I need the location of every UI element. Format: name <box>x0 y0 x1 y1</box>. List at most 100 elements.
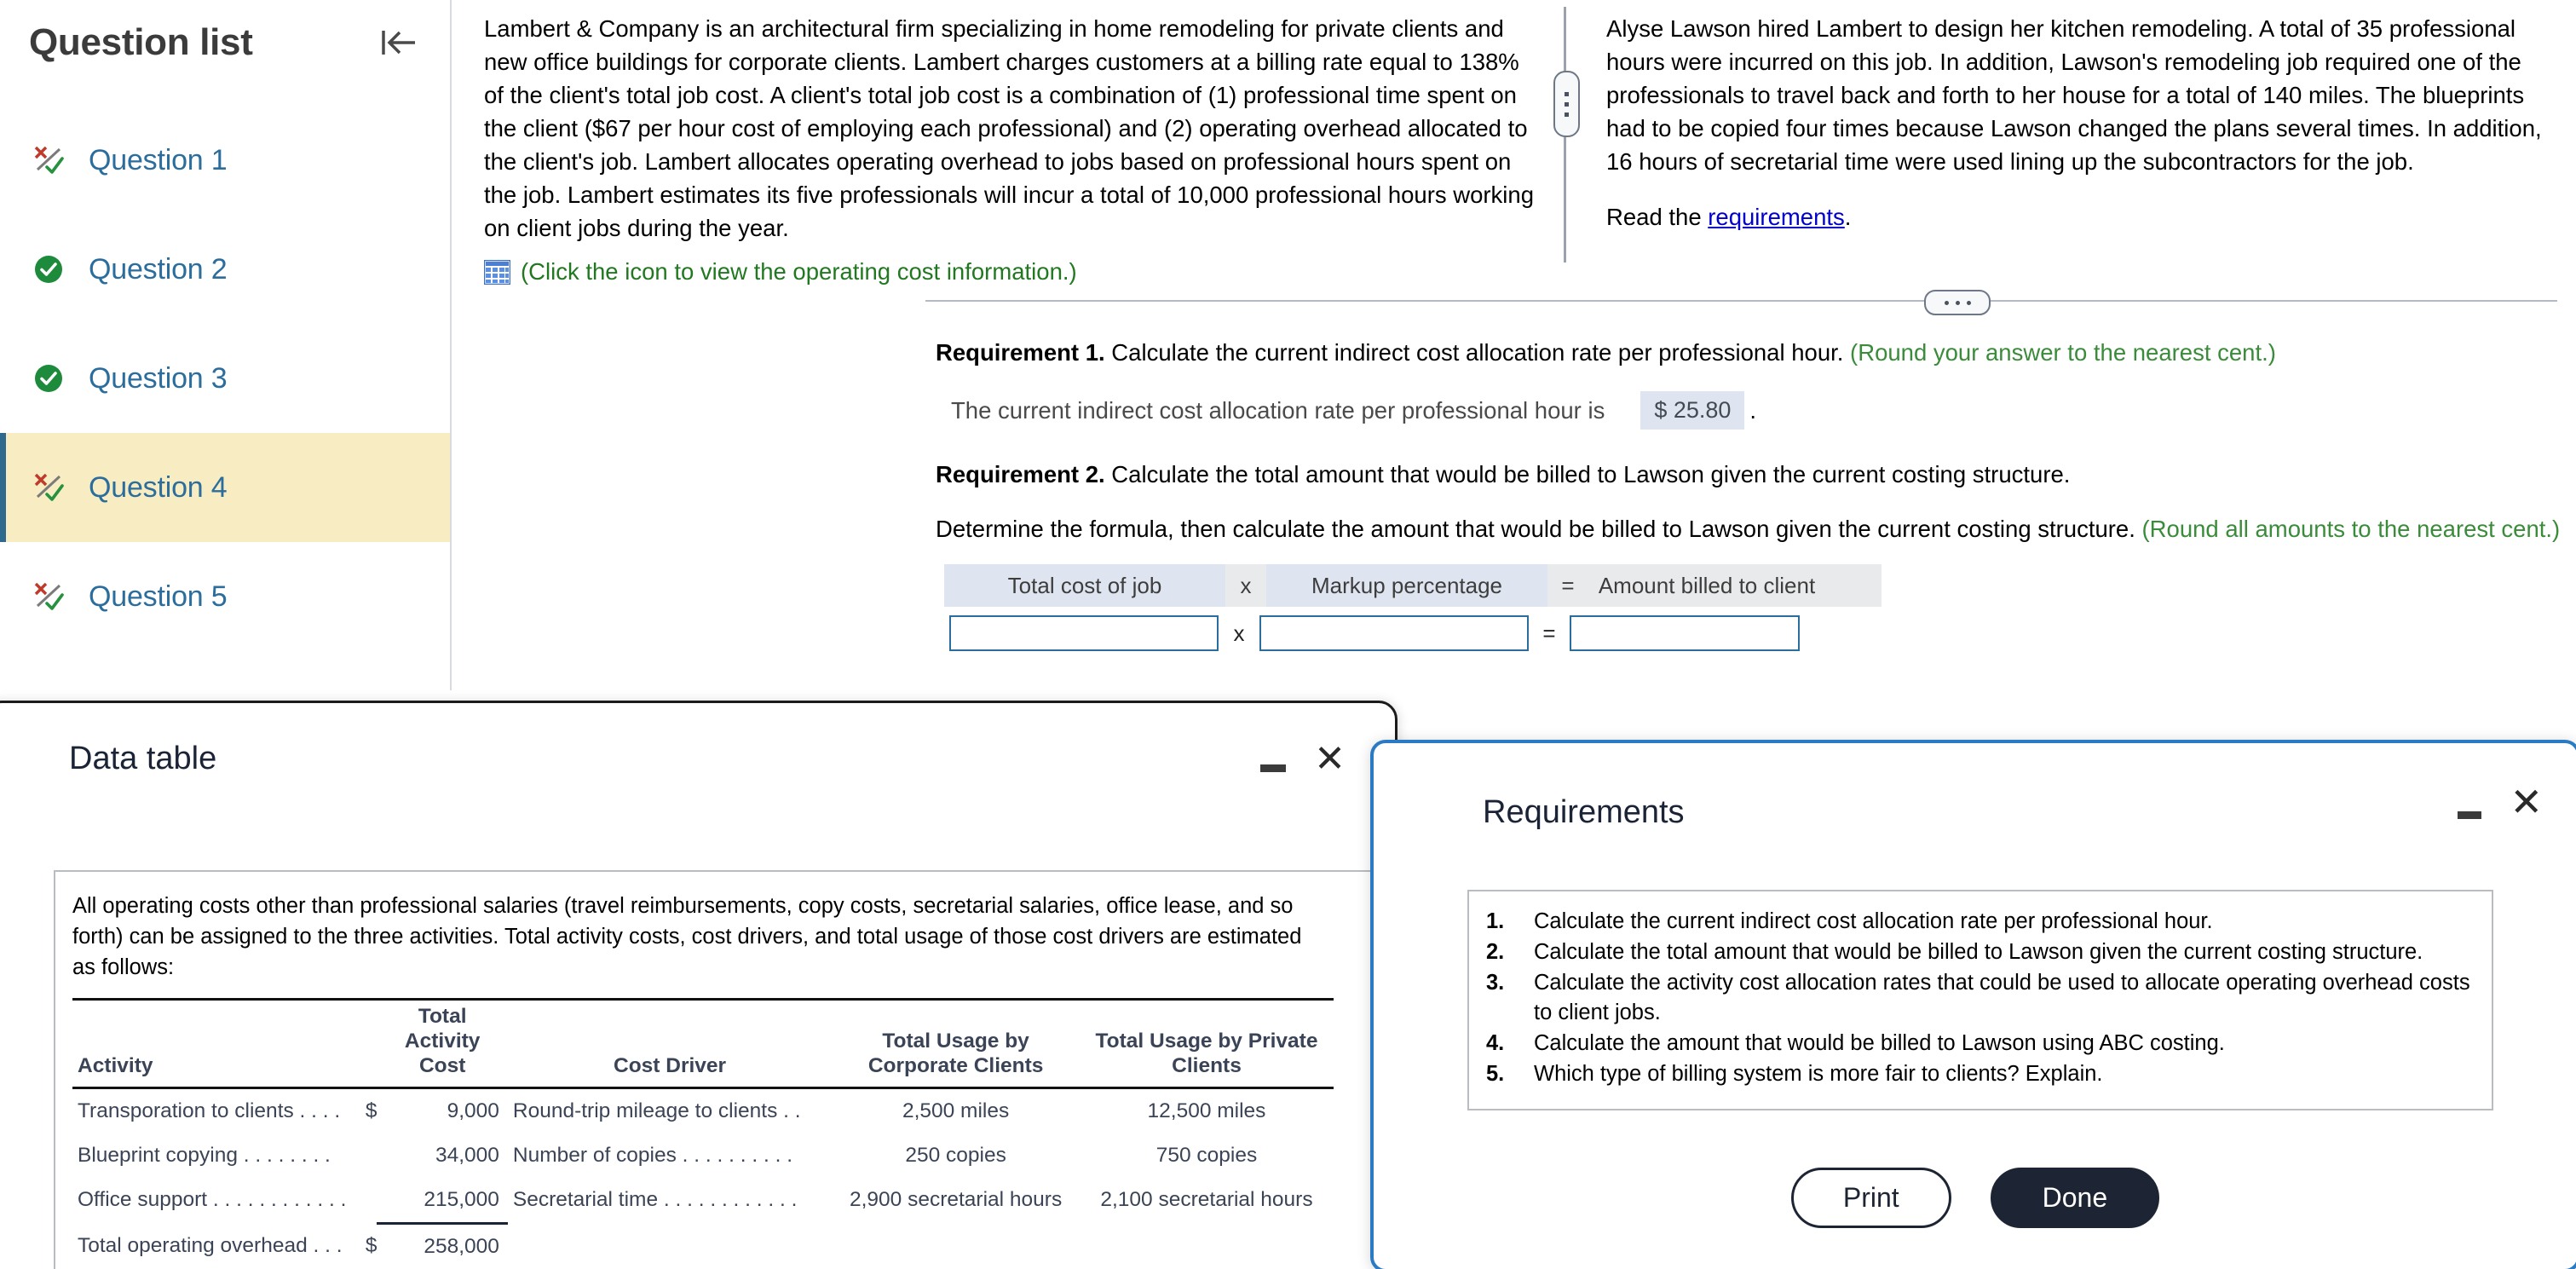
problem-statement-right: Alyse Lawson hired Lambert to design her… <box>1606 15 2542 175</box>
formula-header-markup: Markup percentage <box>1266 564 1547 607</box>
problem-right-pane: Alyse Lawson hired Lambert to design her… <box>1564 12 2576 281</box>
cell-activity: Transporation to clients . . . . <box>78 1099 341 1122</box>
app-root: Question list Question 1 Question 2 Ques… <box>0 0 2576 1269</box>
read-the-label: Read the <box>1606 204 1709 230</box>
cell-empty <box>832 1224 1080 1269</box>
done-button[interactable]: Done <box>1990 1168 2160 1228</box>
cell-corporate-usage: 250 copies <box>905 1144 1006 1167</box>
minimize-icon[interactable] <box>1260 764 1286 772</box>
header-line-1: Total <box>418 1005 467 1028</box>
read-period: . <box>1844 204 1852 230</box>
item-text: Calculate the amount that would be bille… <box>1534 1031 2225 1055</box>
header-line-3: Cost <box>418 1054 466 1077</box>
table-row: Blueprint copying . . . . . . . . 34,000… <box>72 1133 1334 1178</box>
column-header-activity: Activity <box>78 1054 153 1077</box>
cell-cost-driver: Number of copies . . . . . . . . . . <box>512 1144 793 1167</box>
vertical-splitter-handle[interactable] <box>1553 71 1580 137</box>
cell-total-activity-cost: 215,000 <box>377 1178 508 1225</box>
markup-percentage-input[interactable] <box>1259 615 1529 651</box>
header-line-2: Clients <box>1172 1054 1242 1077</box>
handle-dot <box>1955 300 1960 305</box>
cell-total-activity-cost: 9,000 <box>447 1099 499 1122</box>
activity-cost-table: Activity Total Activity Cost Cost Driver… <box>72 998 1334 1269</box>
column-header-private-usage: Total Usage by Private Clients <box>1080 1000 1334 1088</box>
close-icon[interactable]: ✕ <box>2510 782 2543 822</box>
item-text: Calculate the total amount that would be… <box>1534 940 2423 964</box>
requirement-2-text: Calculate the total amount that would be… <box>1104 461 2071 487</box>
problem-left-pane: Lambert & Company is an architectural fi… <box>452 12 1564 285</box>
table-total-row: Total operating overhead . . . $ 258,000 <box>72 1223 1334 1269</box>
table-row: Transporation to clients . . . . $ 9,000… <box>72 1088 1334 1134</box>
cell-private-usage: 2,100 secretarial hours <box>1100 1188 1313 1211</box>
answer-row-requirement-1: The current indirect cost allocation rat… <box>951 391 2576 430</box>
requirement-1-note: (Round your answer to the nearest cent.) <box>1850 339 2276 366</box>
requirements-list-box: 1. Calculate the current indirect cost a… <box>1467 890 2493 1110</box>
close-icon[interactable]: ✕ <box>1314 741 1346 778</box>
horizontal-splitter[interactable] <box>925 290 2557 315</box>
amount-billed-input[interactable] <box>1570 615 1800 651</box>
question-list-sidebar: Question list Question 1 Question 2 Ques… <box>0 0 452 690</box>
table-body: Transporation to clients . . . . $ 9,000… <box>72 1088 1334 1269</box>
header-line-2: Activity <box>404 1030 481 1053</box>
determine-text: Determine the formula, then calculate th… <box>936 516 2142 542</box>
cell-empty <box>508 1224 832 1269</box>
sidebar-header: Question list <box>0 0 450 65</box>
sidebar-item-question-1[interactable]: Question 1 <box>0 106 450 215</box>
minimize-icon[interactable] <box>2458 811 2481 819</box>
data-table-dialog: Data table ✕ All operating costs other t… <box>0 701 1397 1269</box>
sidebar-item-question-3[interactable]: Question 3 <box>0 324 450 433</box>
formula-header-amount-billed: Amount billed to client <box>1598 572 1816 598</box>
handle-dot <box>1565 91 1569 96</box>
handle-dot <box>1565 101 1569 107</box>
print-button[interactable]: Print <box>1790 1168 1951 1228</box>
cell-private-usage: 750 copies <box>1155 1144 1258 1167</box>
item-number: 2. <box>1486 940 1505 964</box>
sidebar-item-question-4[interactable]: Question 4 <box>0 433 450 542</box>
formula-header-row: Total cost of job x Markup percentage = … <box>944 564 1882 607</box>
formula-builder: Total cost of job x Markup percentage = … <box>944 564 1882 651</box>
sidebar-item-question-5[interactable]: Question 5 <box>0 542 450 651</box>
cell-cost-driver: Secretarial time . . . . . . . . . . . . <box>512 1188 798 1211</box>
problem-statement-left: Lambert & Company is an architectural fi… <box>484 15 1535 241</box>
data-table-icon[interactable] <box>483 259 511 285</box>
formula-header-equals: = <box>1561 572 1575 598</box>
partial-credit-icon <box>29 468 68 507</box>
formula-header-total-cost: Total cost of job <box>944 564 1225 607</box>
requirements-link[interactable]: requirements <box>1708 204 1845 230</box>
indirect-rate-answer-field[interactable]: $ 25.80 <box>1640 391 1745 430</box>
requirements-dialog-title: Requirements <box>1483 794 1685 830</box>
cell-total-activity-cost: 34,000 <box>435 1144 499 1167</box>
total-cost-input[interactable] <box>949 615 1219 651</box>
answer-period: . <box>1749 396 1757 424</box>
horizontal-splitter-handle[interactable] <box>1924 290 1991 315</box>
cell-dollar-sign <box>351 1133 377 1178</box>
handle-dot <box>1944 300 1949 305</box>
list-item: 4. Calculate the amount that would be bi… <box>1486 1029 2475 1058</box>
check-circle-icon <box>29 250 68 289</box>
answer-work-area: Requirement 1. Calculate the current ind… <box>936 337 2576 651</box>
equals-operator: = <box>1542 620 1556 646</box>
vertical-splitter[interactable] <box>1553 7 1580 262</box>
header-line-1: Total Usage by Private <box>1095 1030 1318 1053</box>
problem-panes: Lambert & Company is an architectural fi… <box>452 0 2576 285</box>
cell-total-overhead: 258,000 <box>377 1223 508 1269</box>
collapse-left-icon[interactable] <box>377 20 421 65</box>
item-text: Calculate the current indirect cost allo… <box>1534 909 2213 933</box>
operating-cost-hint-text[interactable]: (Click the icon to view the operating co… <box>521 258 1077 286</box>
requirement-2-heading: Requirement 2. Calculate the total amoun… <box>936 459 2576 491</box>
list-item: 2. Calculate the total amount that would… <box>1486 937 2475 967</box>
determine-formula-instruction: Determine the formula, then calculate th… <box>936 513 2576 545</box>
handle-dot <box>1966 300 1971 305</box>
partial-credit-icon <box>29 577 68 616</box>
cell-corporate-usage: 2,900 secretarial hours <box>849 1188 1063 1211</box>
requirement-1-heading: Requirement 1. Calculate the current ind… <box>936 337 2576 369</box>
requirements-dialog: Requirements ✕ 1. Calculate the current … <box>1370 740 2576 1269</box>
data-table-dialog-title: Data table <box>69 741 217 776</box>
header-line-1: Total Usage by <box>882 1030 1029 1053</box>
requirement-1-label: Requirement 1. <box>936 339 1105 366</box>
formula-header-multiply: x <box>1240 572 1252 598</box>
sidebar-item-question-2[interactable]: Question 2 <box>0 215 450 324</box>
list-item: 3. Calculate the activity cost allocatio… <box>1486 968 2475 1028</box>
column-header-cost-driver: Cost Driver <box>614 1054 727 1077</box>
question-list: Question 1 Question 2 Question 3 Questio… <box>0 106 450 651</box>
